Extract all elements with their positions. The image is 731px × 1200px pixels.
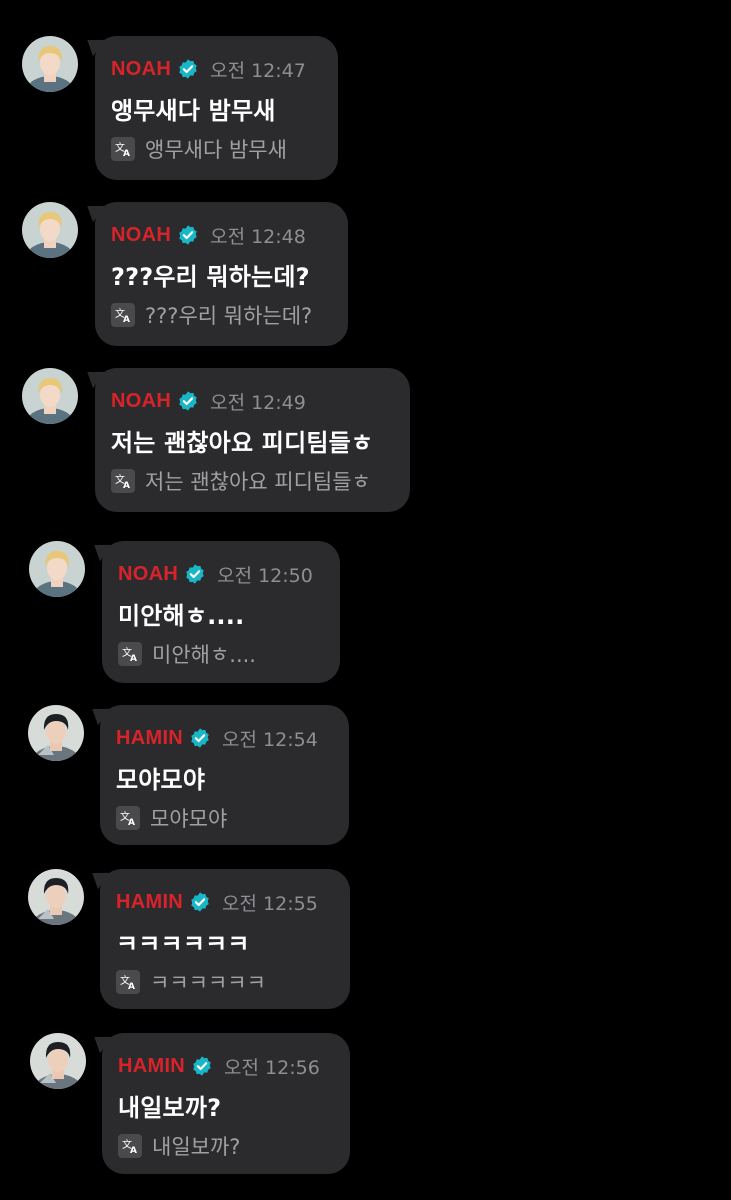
svg-text:A: A xyxy=(123,149,130,158)
translate-icon[interactable]: 文 A xyxy=(111,137,135,161)
message-text: 내일보까? xyxy=(118,1094,222,1122)
message-bubble[interactable]: NOAH 오전 12:49 저는 괜찮아요 피디팀들ㅎ 文 A 저는 괜찮아요 … xyxy=(95,368,410,512)
message-text: 미안해ㅎ.... xyxy=(118,602,245,630)
svg-text:A: A xyxy=(123,481,130,490)
message-text: 모야모야 xyxy=(116,766,206,794)
translate-icon[interactable]: 文 A xyxy=(116,806,140,830)
translate-icon[interactable]: 文 A xyxy=(116,970,140,994)
translate-icon[interactable]: 文 A xyxy=(111,469,135,493)
sender-name[interactable]: HAMIN xyxy=(116,727,183,750)
verified-badge-icon xyxy=(179,59,197,79)
translated-text: 앵무새다 밤무새 xyxy=(145,138,287,162)
message-timestamp: 오전 12:55 xyxy=(222,892,318,915)
translated-text: 미안해ㅎ.... xyxy=(152,643,256,667)
message-header: HAMIN 오전 12:55 xyxy=(116,889,318,915)
svg-text:A: A xyxy=(128,982,135,991)
noah-avatar[interactable] xyxy=(22,202,78,258)
translated-text: 저는 괜찮아요 피디팀들ㅎ xyxy=(145,470,371,494)
message-timestamp: 오전 12:50 xyxy=(217,564,313,587)
translation-row[interactable]: 文 A 저는 괜찮아요 피디팀들ㅎ xyxy=(111,466,371,496)
verified-badge-icon xyxy=(191,892,209,912)
message-bubble[interactable]: HAMIN 오전 12:55 ㅋㅋㅋㅋㅋㅋ 文 A ㅋㅋㅋㅋㅋㅋ xyxy=(100,869,350,1009)
hamin-avatar[interactable] xyxy=(28,869,84,925)
message-header: NOAH 오전 12:47 xyxy=(111,56,306,82)
sender-name[interactable]: NOAH xyxy=(111,390,171,413)
translation-row[interactable]: 文 A ㅋㅋㅋㅋㅋㅋ xyxy=(116,967,266,997)
message-bubble[interactable]: HAMIN 오전 12:54 모야모야 文 A 모야모야 xyxy=(100,705,349,845)
noah-avatar[interactable] xyxy=(22,36,78,92)
message-header: NOAH 오전 12:49 xyxy=(111,388,306,414)
message-header: NOAH 오전 12:50 xyxy=(118,561,313,587)
translation-row[interactable]: 文 A 모야모야 xyxy=(116,803,227,833)
hamin-avatar[interactable] xyxy=(30,1033,86,1089)
svg-text:A: A xyxy=(130,1146,137,1155)
verified-badge-icon xyxy=(186,564,204,584)
translate-icon[interactable]: 文 A xyxy=(111,303,135,327)
message-header: NOAH 오전 12:48 xyxy=(111,222,306,248)
translation-row[interactable]: 文 A 내일보까? xyxy=(118,1131,240,1161)
message-header: HAMIN 오전 12:56 xyxy=(118,1053,320,1079)
noah-avatar[interactable] xyxy=(29,541,85,597)
message-bubble[interactable]: NOAH 오전 12:47 앵무새다 밤무새 文 A 앵무새다 밤무새 xyxy=(95,36,338,180)
translated-text: ㅋㅋㅋㅋㅋㅋ xyxy=(150,971,266,995)
message-text: ㅋㅋㅋㅋㅋㅋ xyxy=(116,930,250,958)
svg-text:A: A xyxy=(130,654,137,663)
verified-badge-icon xyxy=(191,728,209,748)
translated-text: 내일보까? xyxy=(152,1135,241,1159)
message-timestamp: 오전 12:54 xyxy=(222,728,318,751)
verified-badge-icon xyxy=(179,391,197,411)
sender-name[interactable]: HAMIN xyxy=(118,1055,185,1078)
message-text: 앵무새다 밤무새 xyxy=(111,97,276,125)
translation-row[interactable]: 文 A 미안해ㅎ.... xyxy=(118,639,256,669)
message-timestamp: 오전 12:56 xyxy=(224,1056,320,1079)
message-timestamp: 오전 12:49 xyxy=(210,391,306,414)
message-bubble[interactable]: HAMIN 오전 12:56 내일보까? 文 A 내일보까? xyxy=(102,1033,350,1174)
translation-row[interactable]: 文 A ???우리 뭐하는데? xyxy=(111,300,312,330)
translated-text: 모야모야 xyxy=(150,807,228,831)
translate-icon[interactable]: 文 A xyxy=(118,1134,142,1158)
hamin-avatar[interactable] xyxy=(28,705,84,761)
message-bubble[interactable]: NOAH 오전 12:48 ???우리 뭐하는데? 文 A ???우리 뭐하는데… xyxy=(95,202,348,346)
message-bubble[interactable]: NOAH 오전 12:50 미안해ㅎ.... 文 A 미안해ㅎ.... xyxy=(102,541,340,683)
translated-text: ???우리 뭐하는데? xyxy=(145,304,313,328)
sender-name[interactable]: NOAH xyxy=(111,58,171,81)
sender-name[interactable]: NOAH xyxy=(111,224,171,247)
translation-row[interactable]: 文 A 앵무새다 밤무새 xyxy=(111,134,287,164)
message-text: 저는 괜찮아요 피디팀들ㅎ xyxy=(111,429,374,457)
message-text: ???우리 뭐하는데? xyxy=(111,263,310,291)
message-timestamp: 오전 12:48 xyxy=(210,225,306,248)
sender-name[interactable]: NOAH xyxy=(118,563,178,586)
translate-icon[interactable]: 文 A xyxy=(118,642,142,666)
svg-text:A: A xyxy=(128,818,135,827)
sender-name[interactable]: HAMIN xyxy=(116,891,183,914)
message-header: HAMIN 오전 12:54 xyxy=(116,725,318,751)
noah-avatar[interactable] xyxy=(22,368,78,424)
verified-badge-icon xyxy=(193,1056,211,1076)
svg-text:A: A xyxy=(123,315,130,324)
verified-badge-icon xyxy=(179,225,197,245)
message-timestamp: 오전 12:47 xyxy=(210,59,306,82)
